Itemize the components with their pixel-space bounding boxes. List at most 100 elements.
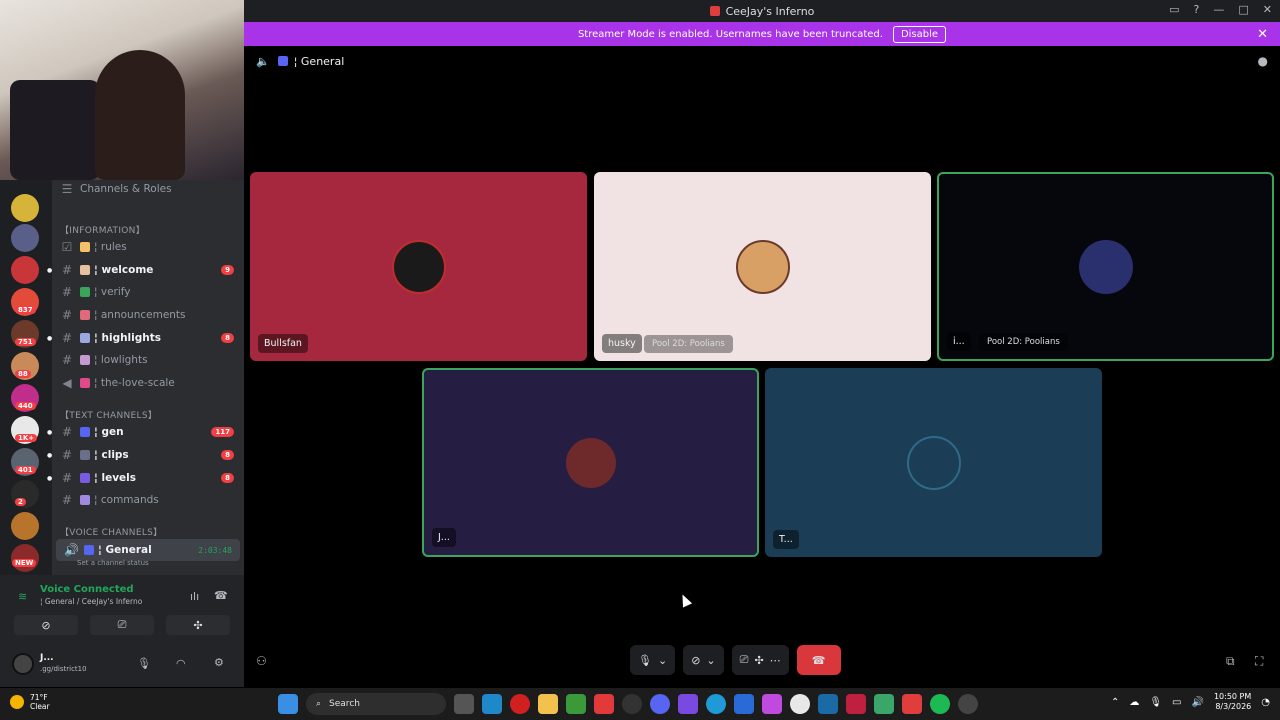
user-status: .gg/district10 <box>40 665 87 673</box>
help-icon[interactable]: ? <box>1194 3 1200 16</box>
channel-highlights[interactable]: ● # ¦ highlights 8 <box>47 327 244 349</box>
server-item[interactable] <box>11 256 39 284</box>
mic-icon[interactable]: 🎙 <box>137 657 151 670</box>
server-item[interactable] <box>11 544 39 572</box>
app-icon[interactable] <box>958 694 978 714</box>
participant-tile-j[interactable]: J... <box>422 368 759 557</box>
channel-rules[interactable]: ☑ ¦ rules <box>52 236 244 258</box>
taskbar-search[interactable]: ⌕ Search <box>306 693 446 715</box>
chevron-up-icon[interactable]: ⌃ <box>1111 697 1119 708</box>
discord-icon <box>80 427 90 437</box>
activities-icon: ✣ <box>193 618 203 632</box>
close-window-button[interactable]: ✕ <box>1263 3 1272 16</box>
opera-icon[interactable] <box>510 694 530 714</box>
channels-roles-link[interactable]: ☰ Channels & Roles <box>52 178 244 200</box>
participant-tile-husky[interactable]: husky Pool 2D: Poolians <box>594 172 931 361</box>
signal-icon[interactable]: ≋ <box>18 590 27 603</box>
mic-button[interactable]: 🎙 ⌄ <box>630 645 676 675</box>
chevron-down-icon[interactable]: ⌄ <box>658 654 667 667</box>
channel-levels[interactable]: ● # ¦ levels 8 <box>47 467 244 489</box>
app-icon[interactable] <box>622 694 642 714</box>
activities-button[interactable]: ✣ <box>166 615 230 635</box>
store-icon[interactable] <box>734 694 754 714</box>
copilot-icon[interactable] <box>762 694 782 714</box>
hangup-icon: ☎ <box>811 653 826 667</box>
channel-welcome[interactable]: ● # ¦ welcome 9 <box>47 259 244 281</box>
minimize-button[interactable]: — <box>1213 3 1224 16</box>
fullscreen-icon[interactable]: ⛶ <box>1255 654 1263 669</box>
channel-lowlights[interactable]: # ¦ lowlights <box>52 349 244 371</box>
channel-label: ¦ verify <box>94 286 131 298</box>
camera-toggle-button[interactable]: ⊘ <box>14 615 78 635</box>
app-icon[interactable] <box>818 694 838 714</box>
discord-icon <box>84 545 94 555</box>
channel-label: ¦ rules <box>94 241 127 253</box>
film-icon <box>80 450 90 460</box>
app-icon[interactable] <box>846 694 866 714</box>
windows-start-icon[interactable] <box>278 694 298 714</box>
channel-status-prompt[interactable]: Set a channel status <box>77 559 149 567</box>
network-icon[interactable]: ▭ <box>1172 697 1181 708</box>
voice-location[interactable]: ¦ General / CeeJay's Inferno <box>40 597 142 606</box>
channel-gen[interactable]: ● # ¦ gen 117 <box>47 421 244 443</box>
app-icon[interactable] <box>902 694 922 714</box>
file-explorer-icon[interactable] <box>538 694 558 714</box>
discord-icon <box>277 56 288 66</box>
participant-tile-bullsfan[interactable]: Bullsfan <box>250 172 587 361</box>
participant-tile-t[interactable]: T... <box>765 368 1102 557</box>
headphones-icon[interactable]: ◠ <box>176 657 186 670</box>
volume-icon[interactable]: 🔊 <box>1191 697 1203 708</box>
hangup-button[interactable]: ☎ <box>796 645 841 675</box>
server-item[interactable] <box>11 224 39 252</box>
channel-the-love-scale[interactable]: ◀ ¦ the-love-scale <box>52 372 244 394</box>
chrome-icon[interactable] <box>790 694 810 714</box>
category-text-channels[interactable]: 【TEXT CHANNELS】 <box>60 408 157 421</box>
voice-channel-general[interactable]: 🔊 ¦ General 2:03:48 <box>56 539 240 561</box>
spotify-icon[interactable] <box>930 694 950 714</box>
camera-button[interactable]: ⊘ ⌄ <box>683 645 724 675</box>
hash-icon: # <box>61 331 73 345</box>
inbox-icon[interactable]: ▭ <box>1169 3 1179 16</box>
participant-tile-i[interactable]: i... Pool 2D: Poolians <box>937 172 1274 361</box>
weather-widget[interactable]: 71°F Clear <box>10 693 50 711</box>
noise-suppression-icon[interactable]: ılı <box>190 590 199 603</box>
app-icon[interactable] <box>482 694 502 714</box>
activities-icon[interactable]: ✣ <box>754 654 763 667</box>
chevron-down-icon[interactable]: ⌄ <box>706 654 715 667</box>
category-voice-channels[interactable]: 【VOICE CHANNELS】 <box>60 525 162 538</box>
edge-icon[interactable] <box>706 694 726 714</box>
app-icon[interactable] <box>678 694 698 714</box>
screen-share-button[interactable]: ⎚ ✣ ⋯ <box>731 645 789 675</box>
channel-announcements[interactable]: # ¦ announcements <box>52 304 244 326</box>
notification-icon[interactable]: ◔ <box>1261 697 1270 708</box>
disable-button[interactable]: Disable <box>892 25 947 43</box>
add-user-icon[interactable]: ⚇ <box>256 654 267 668</box>
speaker-icon: 🔊 <box>64 543 79 557</box>
disconnect-icon[interactable]: ☎ <box>214 589 228 602</box>
avatar <box>391 239 446 294</box>
server-item[interactable] <box>11 194 39 222</box>
popout-icon[interactable]: ⧉ <box>1226 654 1235 669</box>
app-icon[interactable] <box>594 694 614 714</box>
gear-icon[interactable]: ⚙ <box>214 656 224 669</box>
channel-verify[interactable]: # ¦ verify <box>52 281 244 303</box>
chat-bubble-icon[interactable]: ● <box>1258 54 1268 68</box>
banner-close-icon[interactable]: ✕ <box>1257 27 1268 42</box>
mic-icon[interactable]: 🎙 <box>1149 697 1162 708</box>
category-information[interactable]: 【INFORMATION】 <box>60 223 145 236</box>
screen-share-button[interactable]: ⎚ <box>90 615 154 635</box>
cloud-icon[interactable]: ☁ <box>1129 697 1139 708</box>
maximize-button[interactable]: □ <box>1238 3 1248 16</box>
task-view-icon[interactable] <box>454 694 474 714</box>
more-icon[interactable]: ⋯ <box>770 654 781 667</box>
avatar[interactable] <box>12 653 34 675</box>
server-item[interactable] <box>11 512 39 540</box>
app-icon[interactable] <box>874 694 894 714</box>
channel-clips[interactable]: ● # ¦ clips 8 <box>47 444 244 466</box>
minecraft-icon[interactable] <box>566 694 586 714</box>
discord-icon[interactable] <box>650 694 670 714</box>
screen-share-icon: ⎚ <box>117 618 127 631</box>
channel-commands[interactable]: # ¦ commands <box>52 489 244 511</box>
clock[interactable]: 10:50 PM 8/3/2026 <box>1214 692 1251 712</box>
avatar <box>1078 239 1133 294</box>
